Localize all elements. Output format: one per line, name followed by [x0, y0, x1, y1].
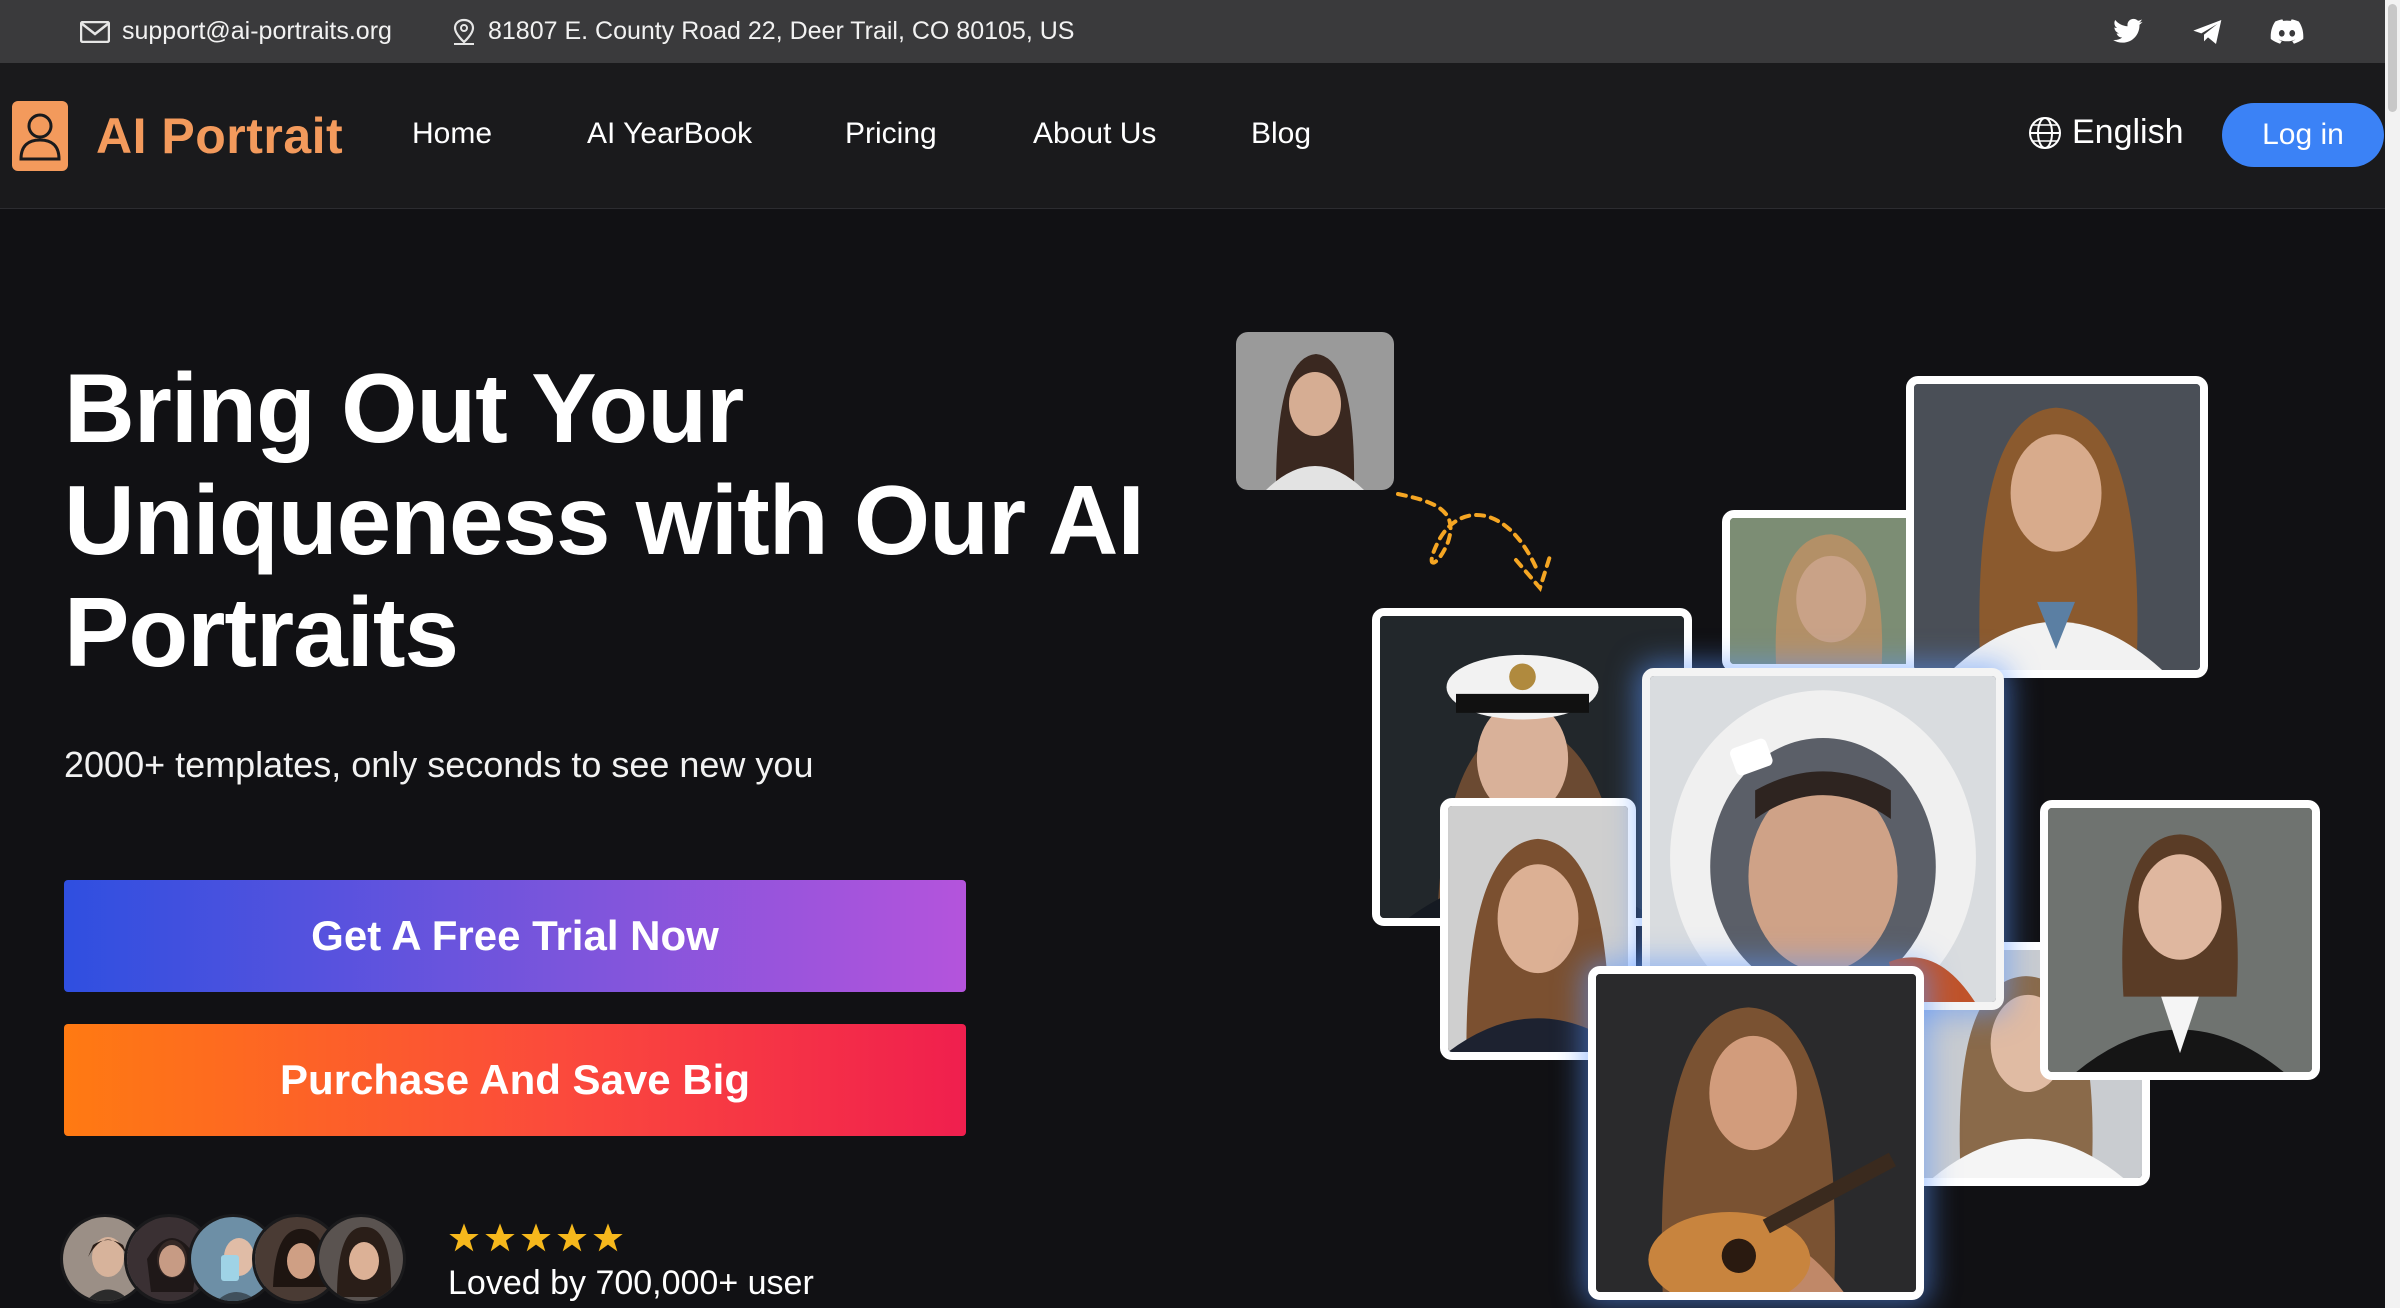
- location-pin-icon: [453, 18, 475, 45]
- transform-arrow-icon: [1396, 492, 1552, 593]
- star-icon: [521, 1223, 551, 1252]
- nav-about-us[interactable]: About Us: [1033, 117, 1156, 151]
- source-photo: [1236, 332, 1394, 490]
- loved-by-text: Loved by 700,000+ user: [448, 1264, 814, 1302]
- star-icon: [557, 1223, 587, 1252]
- mail-icon: [80, 20, 110, 43]
- brand-name[interactable]: AI Portrait: [96, 107, 343, 165]
- hero-subline: 2000+ templates, only seconds to see new…: [64, 744, 814, 785]
- discord-icon: [2270, 18, 2304, 44]
- free-trial-button[interactable]: Get A Free Trial Now: [64, 880, 966, 992]
- page-scrollbar[interactable]: [2385, 0, 2400, 1308]
- contact-email[interactable]: support@ai-portraits.org: [80, 0, 392, 63]
- language-label: English: [2072, 113, 2184, 151]
- telegram-icon: [2193, 19, 2222, 44]
- nav-ai-yearbook[interactable]: AI YearBook: [587, 117, 752, 151]
- nav-blog[interactable]: Blog: [1251, 117, 1311, 151]
- top-info-bar: support@ai-portraits.org 81807 E. County…: [0, 0, 2400, 63]
- portrait-doctor: [1906, 376, 2208, 678]
- globe-icon: [2029, 116, 2061, 149]
- rating-stars: [448, 1222, 624, 1254]
- telegram-link[interactable]: [2192, 0, 2224, 63]
- star-icon: [485, 1223, 515, 1252]
- twitter-link[interactable]: [2112, 0, 2144, 63]
- portrait-astronaut: [1642, 668, 2004, 1010]
- scrollbar-thumb[interactable]: [2388, 4, 2397, 112]
- discord-link[interactable]: [2270, 0, 2304, 63]
- nav-home[interactable]: Home: [412, 117, 492, 151]
- hero-headline: Bring Out Your Uniqueness with Our AI Po…: [64, 353, 1145, 687]
- avatar: [316, 1214, 406, 1304]
- star-icon: [449, 1223, 479, 1252]
- purchase-button[interactable]: Purchase And Save Big: [64, 1024, 966, 1136]
- star-icon: [593, 1223, 623, 1252]
- portrait-outdoor: [1722, 510, 1922, 672]
- logo[interactable]: [12, 101, 68, 171]
- address-text: 81807 E. County Road 22, Deer Trail, CO …: [488, 17, 1075, 45]
- twitter-icon: [2113, 18, 2143, 43]
- user-avatars: [60, 1214, 420, 1308]
- contact-address: 81807 E. County Road 22, Deer Trail, CO …: [452, 0, 1074, 63]
- main-header: AI Portrait Home AI YearBook Pricing Abo…: [0, 63, 2385, 209]
- portrait-business: [2040, 800, 2320, 1080]
- portrait-guitarist: [1588, 966, 1924, 1300]
- email-text: support@ai-portraits.org: [122, 17, 392, 45]
- login-button[interactable]: Log in: [2222, 103, 2384, 167]
- nav-pricing[interactable]: Pricing: [845, 117, 937, 151]
- user-portrait-icon: [19, 113, 61, 161]
- language-selector[interactable]: English: [2028, 113, 2184, 152]
